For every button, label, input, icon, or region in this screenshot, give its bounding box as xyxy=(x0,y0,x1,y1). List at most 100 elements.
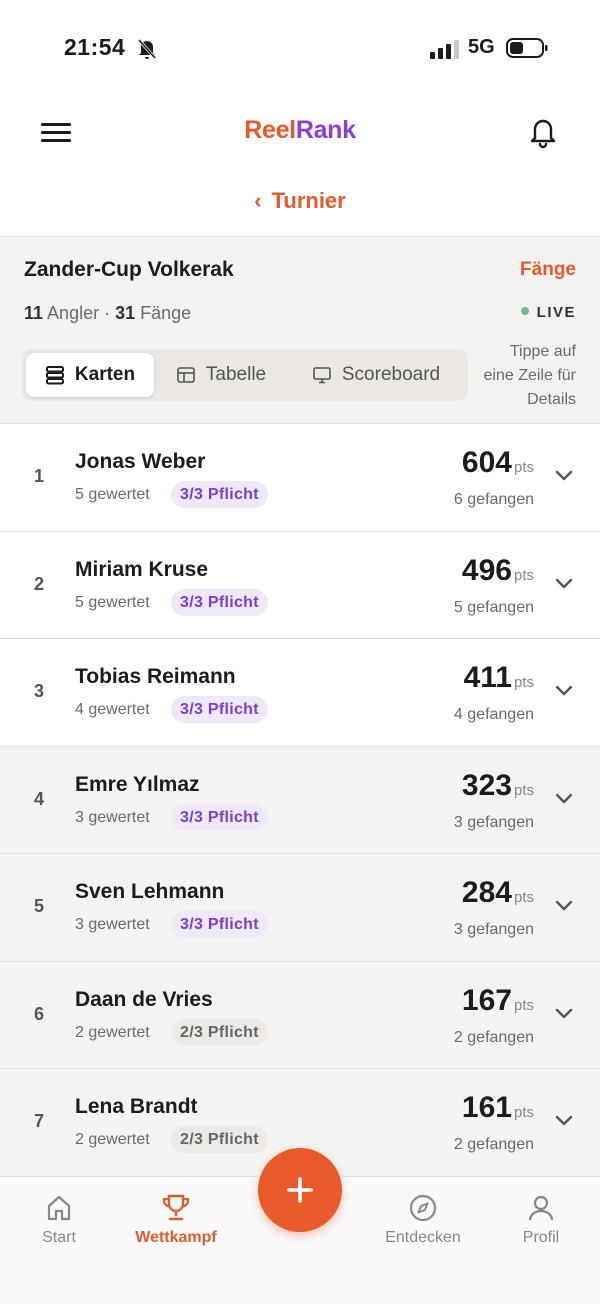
chevron-down-icon[interactable] xyxy=(554,683,574,697)
compass-icon xyxy=(409,1194,437,1222)
score: 167 pts xyxy=(461,983,534,1017)
chevron-down-icon[interactable] xyxy=(554,468,574,482)
scored-count: 3 gewertet xyxy=(75,916,150,933)
trophy-icon xyxy=(162,1194,190,1221)
row-tap-hint: Tippe auf eine Zeile für Details xyxy=(483,343,577,408)
angler-name: Miriam Kruse xyxy=(75,557,209,581)
meta-separator: · xyxy=(104,303,111,323)
score: 284 pts xyxy=(461,876,534,909)
angler-name: Daan de Vries xyxy=(75,987,213,1011)
app-header: ReelRank ‹ Turnier xyxy=(0,96,600,236)
caught-count: 4 gefangen xyxy=(453,706,534,723)
rank-number: 5 xyxy=(34,896,45,916)
chevron-down-icon[interactable] xyxy=(554,576,574,590)
score: 161 pts xyxy=(461,1091,534,1124)
tab-karten[interactable]: Karten xyxy=(26,353,154,397)
tournament-meta: 11 Angler · 31 Fänge xyxy=(24,303,191,324)
chevron-down-icon[interactable] xyxy=(554,1006,574,1020)
anglers-label: Angler xyxy=(47,303,100,323)
angler-name: Emre Yılmaz xyxy=(75,772,200,796)
tab-start[interactable]: Start xyxy=(30,1193,88,1247)
tab-profil[interactable]: Profil xyxy=(512,1193,570,1247)
mandatory-badge: 3/3 Pflicht xyxy=(171,696,268,723)
rank-number: 2 xyxy=(34,573,45,594)
tab-tabelle-label: Tabelle xyxy=(205,364,267,385)
cards-icon xyxy=(45,366,64,385)
score: 323 pts xyxy=(461,768,534,802)
scored-count: 5 gewertet xyxy=(75,486,150,503)
angler-name: Sven Lehmann xyxy=(75,880,225,903)
caught-count: 5 gefangen xyxy=(453,598,534,616)
angler-name: Jonas Weber xyxy=(75,450,206,473)
tab-karten-label: Karten xyxy=(74,364,136,385)
tournament-info: Zander-Cup Volkerak Fänge 11 Angler · 31… xyxy=(0,236,600,424)
caught-count: 6 gefangen xyxy=(453,491,534,508)
live-dot-icon xyxy=(520,307,529,315)
battery-icon xyxy=(506,38,548,58)
tab-profil-label: Profil xyxy=(522,1229,560,1246)
leaderboard-row[interactable]: 4 Emre Yılmaz 3 gewertet 3/3 Pflicht 323… xyxy=(0,746,600,854)
chevron-down-icon[interactable] xyxy=(554,791,574,805)
angler-name: Tobias Reimann xyxy=(75,665,236,688)
score: 411 pts xyxy=(463,661,534,694)
anglers-count: 11 xyxy=(24,303,44,323)
tab-scoreboard-label: Scoreboard xyxy=(341,364,441,385)
network-label: 5G xyxy=(468,36,495,58)
live-label: LIVE xyxy=(536,304,576,321)
tab-wettkampf-label: Wettkampf xyxy=(135,1229,217,1246)
leaderboard-row[interactable]: 6 Daan de Vries 2 gewertet 2/3 Pflicht 1… xyxy=(0,961,600,1069)
mandatory-badge: 3/3 Pflicht xyxy=(171,803,268,831)
mandatory-badge: 3/3 Pflicht xyxy=(171,911,268,938)
leaderboard-list: 1 Jonas Weber 5 gewertet 3/3 Pflicht 604… xyxy=(0,424,600,1177)
back-to-tournament-link[interactable]: ‹ Turnier xyxy=(0,188,600,214)
rank-number: 6 xyxy=(34,1003,45,1024)
leaderboard-row[interactable]: 3 Tobias Reimann 4 gewertet 3/3 Pflicht … xyxy=(0,639,600,747)
catches-link[interactable]: Fänge xyxy=(520,259,576,281)
caught-count: 2 gefangen xyxy=(453,1136,534,1153)
chevron-down-icon[interactable] xyxy=(554,898,574,912)
tab-scoreboard[interactable]: Scoreboard xyxy=(288,353,464,397)
tab-tabelle[interactable]: Tabelle xyxy=(154,353,288,397)
angler-name: Lena Brandt xyxy=(75,1095,198,1118)
caught-count: 2 gefangen xyxy=(453,1028,534,1046)
scored-count: 3 gewertet xyxy=(75,808,150,826)
view-switcher: Karten Tabelle Scoreboard xyxy=(22,349,468,401)
score: 496 pts xyxy=(461,553,534,587)
tab-entdecken[interactable]: Entdecken xyxy=(378,1193,468,1247)
rank-number: 4 xyxy=(34,788,45,809)
tab-entdecken-label: Entdecken xyxy=(385,1229,461,1246)
scored-count: 4 gewertet xyxy=(75,701,150,718)
mandatory-badge: 2/3 Pflicht xyxy=(171,1126,268,1153)
chevron-down-icon[interactable] xyxy=(554,1113,574,1127)
bell-off-icon xyxy=(137,39,157,59)
score: 604 pts xyxy=(461,446,534,479)
catches-label: Fänge xyxy=(140,303,192,323)
mandatory-badge: 3/3 Pflicht xyxy=(171,481,268,508)
status-bar: 21:54 5G xyxy=(0,0,600,96)
chevron-left-icon: ‹ xyxy=(254,188,262,213)
scored-count: 5 gewertet xyxy=(75,593,150,611)
home-icon xyxy=(47,1195,71,1221)
rank-number: 1 xyxy=(34,466,45,486)
scored-count: 2 gewertet xyxy=(75,1131,150,1148)
mandatory-badge: 2/3 Pflicht xyxy=(171,1018,268,1046)
rank-number: 7 xyxy=(34,1111,45,1131)
back-label: Turnier xyxy=(271,188,346,213)
rank-number: 3 xyxy=(34,681,45,701)
tab-start-label: Start xyxy=(42,1229,76,1246)
monitor-icon xyxy=(313,367,331,384)
scored-count: 2 gewertet xyxy=(75,1023,150,1041)
leaderboard-row[interactable]: 1 Jonas Weber 5 gewertet 3/3 Pflicht 604… xyxy=(0,424,600,532)
caught-count: 3 gefangen xyxy=(453,813,534,831)
leaderboard-row[interactable]: 2 Miriam Kruse 5 gewertet 3/3 Pflicht 49… xyxy=(0,532,600,639)
live-indicator: LIVE xyxy=(520,304,576,321)
signal-icon xyxy=(430,40,459,59)
leaderboard-row[interactable]: 5 Sven Lehmann 3 gewertet 3/3 Pflicht 28… xyxy=(0,854,600,962)
tab-wettkampf[interactable]: Wettkampf xyxy=(126,1193,226,1247)
mandatory-badge: 3/3 Pflicht xyxy=(171,588,268,616)
add-catch-button[interactable] xyxy=(258,1148,342,1232)
caught-count: 3 gefangen xyxy=(453,921,534,938)
notification-bell-icon[interactable] xyxy=(526,114,560,150)
table-icon xyxy=(177,367,195,383)
plus-icon xyxy=(287,1177,313,1203)
